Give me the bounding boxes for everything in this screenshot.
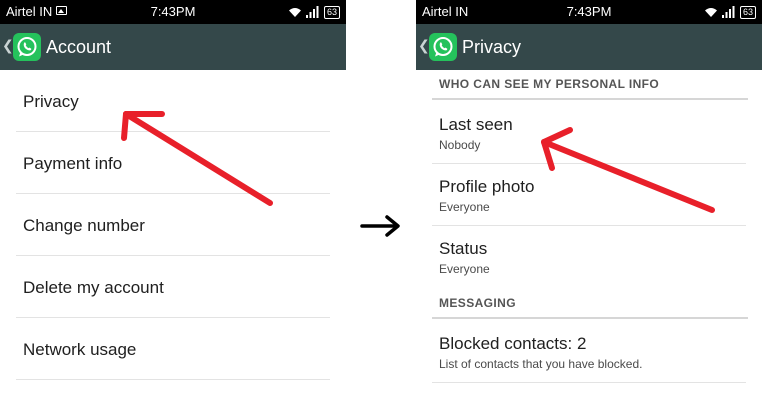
menu-item-delete-account[interactable]: Delete my account [16, 256, 330, 318]
battery-icon: 63 [739, 5, 756, 19]
battery-icon: 63 [323, 5, 340, 19]
status-bar: Airtel IN 7:43PM 63 [416, 0, 762, 24]
menu-item-payment-info[interactable]: Payment info [16, 132, 330, 194]
pref-summary: Nobody [439, 138, 481, 152]
pref-title: Last seen [439, 115, 513, 134]
pref-title: Profile photo [439, 177, 535, 196]
menu-item-privacy[interactable]: Privacy [16, 70, 330, 132]
section-header-label: MESSAGING [439, 296, 516, 310]
menu-item-label: Network usage [23, 340, 137, 359]
account-screen: Airtel IN 7:43PM 63 ❮ Account Privacy Pa… [0, 0, 346, 406]
menu-item-change-number[interactable]: Change number [16, 194, 330, 256]
flow-arrow-icon [360, 215, 400, 237]
pref-title: Status [439, 239, 488, 258]
status-bar: Airtel IN 7:43PM 63 [0, 0, 346, 24]
pref-summary: Everyone [439, 262, 490, 276]
wifi-icon [704, 7, 717, 17]
action-bar: ❮ Account [0, 24, 346, 70]
pref-summary: Everyone [439, 200, 490, 214]
chevron-left-icon[interactable]: ❮ [2, 37, 14, 54]
chevron-left-icon[interactable]: ❮ [418, 37, 430, 54]
pref-summary: List of contacts that you have blocked. [439, 357, 643, 371]
menu-item-network-usage[interactable]: Network usage [16, 318, 330, 380]
pref-row-profile-photo[interactable]: Profile photo Everyone [432, 164, 746, 226]
signal-icon [305, 6, 319, 18]
pref-row-blocked-contacts[interactable]: Blocked contacts: 2 List of contacts tha… [432, 321, 746, 383]
screen-title: Privacy [462, 37, 522, 57]
section-header-messaging: MESSAGING [432, 289, 748, 319]
status-icons: 63 [288, 3, 340, 21]
whatsapp-logo-icon[interactable] [13, 33, 41, 61]
signal-icon [721, 6, 735, 18]
pref-row-last-seen[interactable]: Last seen Nobody [432, 102, 746, 164]
menu-item-label: Delete my account [23, 278, 164, 297]
menu-item-label: Payment info [23, 154, 123, 173]
privacy-screen: Airtel IN 7:43PM 63 ❮ Privacy WHO CAN SE… [416, 0, 762, 406]
section-header-personal-info: WHO CAN SEE MY PERSONAL INFO [432, 70, 748, 100]
pref-row-status[interactable]: Status Everyone [432, 226, 746, 288]
pref-title: Blocked contacts: 2 [439, 334, 587, 353]
status-icons: 63 [704, 3, 756, 21]
wifi-icon [288, 7, 301, 17]
menu-item-label: Change number [23, 216, 145, 235]
action-bar: ❮ Privacy [416, 24, 762, 70]
screen-title: Account [46, 37, 112, 57]
menu-item-label: Privacy [23, 92, 79, 111]
section-header-label: WHO CAN SEE MY PERSONAL INFO [439, 77, 660, 91]
whatsapp-logo-icon[interactable] [429, 33, 457, 61]
tutorial-composite: Airtel IN 7:43PM 63 ❮ Account Privacy Pa… [0, 0, 762, 406]
